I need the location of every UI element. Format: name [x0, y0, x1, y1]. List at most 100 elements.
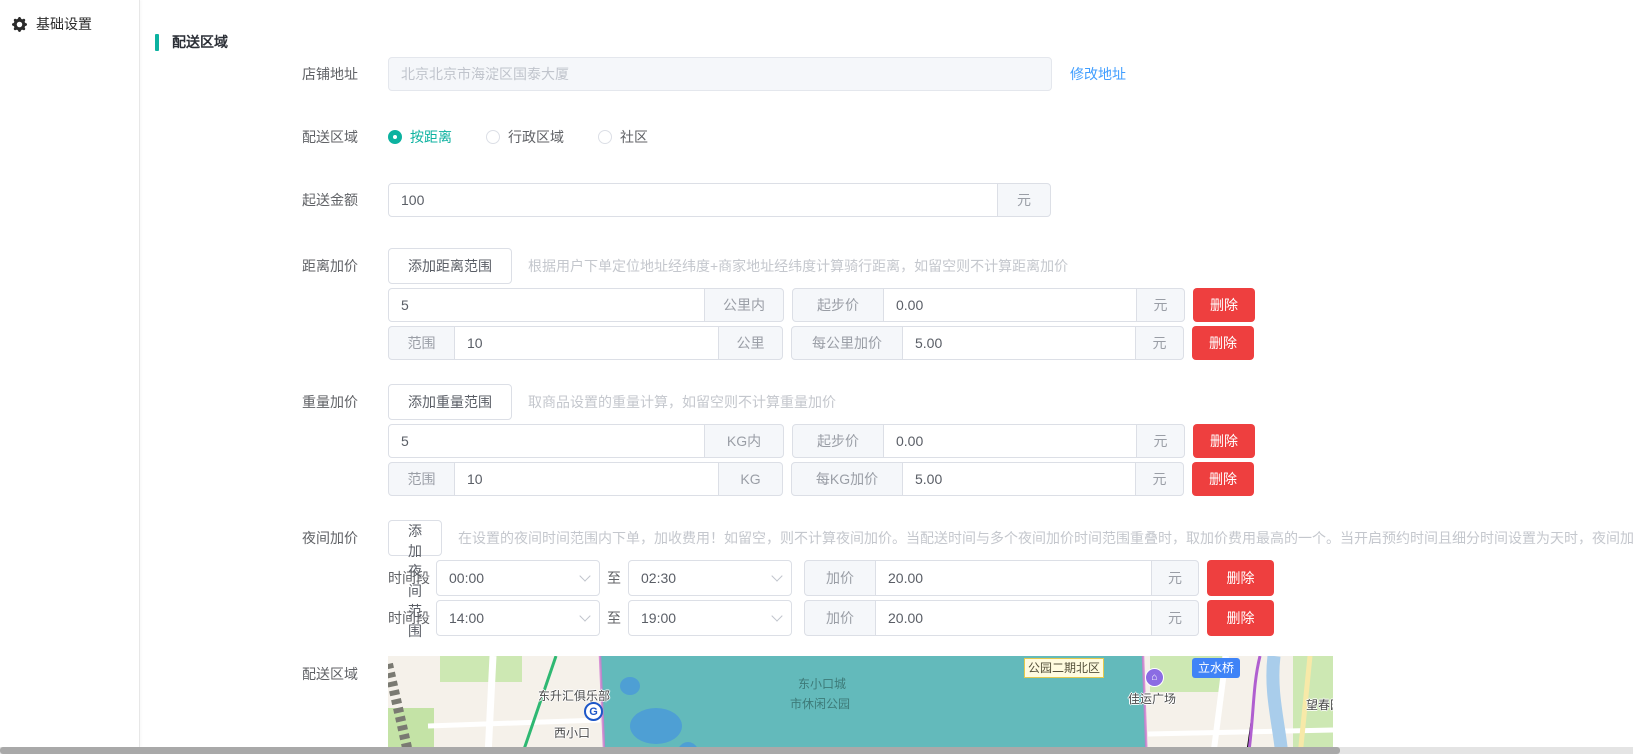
weight-row-2: 范围 KG 每KG加价 元 删除 — [140, 462, 1633, 496]
map-row: 配送区域 — [140, 656, 1633, 747]
distance-range-input[interactable] — [454, 326, 719, 360]
night2-price-input[interactable] — [875, 600, 1152, 636]
map-poi-park-north: 公园二期北区 — [1024, 658, 1104, 678]
min-amount-unit: 元 — [997, 183, 1051, 217]
night-markup-row: 夜间加价 添加夜间范围 在设置的夜间时间范围内下单，加收费用！如留空，则不计算夜… — [140, 520, 1633, 556]
store-address-input[interactable] — [388, 57, 1052, 91]
delete-weight-row2-button[interactable]: 删除 — [1192, 462, 1254, 496]
weight-markup-row: 重量加价 添加重量范围 取商品设置的重量计算，如留空则不计算重量加价 — [140, 384, 1633, 420]
min-amount-label: 起送金额 — [140, 190, 388, 210]
store-address-label: 店铺地址 — [140, 64, 388, 84]
sidebar-item-basic-settings[interactable]: 基础设置 — [0, 5, 139, 43]
weight-within-input[interactable] — [388, 424, 705, 458]
edit-address-link[interactable]: 修改地址 — [1070, 64, 1126, 84]
radio-by-distance[interactable]: 按距离 — [388, 127, 452, 147]
delete-distance-row1-button[interactable]: 删除 — [1193, 288, 1255, 322]
weight-range-input[interactable] — [454, 462, 719, 496]
delete-night-row1-button[interactable]: 删除 — [1207, 560, 1274, 596]
per-km-price-input[interactable] — [902, 326, 1136, 360]
weight-base-price-input[interactable] — [883, 424, 1137, 458]
map-poi-lishuiqiao: 立水桥 — [1192, 658, 1240, 678]
radio-dot-icon — [486, 130, 500, 144]
area-mode-row: 配送区域 按距离 行政区域 社区 — [140, 127, 1633, 147]
night-row-2: 时间段 14:00 至 19:00 加价 元 删除 — [140, 600, 1633, 636]
price-unit: 元 — [1136, 288, 1185, 322]
map-label: 配送区域 — [140, 664, 388, 684]
min-amount-row: 起送金额 元 — [140, 183, 1633, 217]
distance-base-price-input[interactable] — [883, 288, 1137, 322]
radio-community[interactable]: 社区 — [598, 127, 648, 147]
weight-within-unit: KG内 — [704, 424, 784, 458]
chevron-down-icon — [579, 570, 590, 581]
radio-dot-icon — [388, 130, 402, 144]
chevron-down-icon — [771, 610, 782, 621]
add-night-range-button[interactable]: 添加夜间范围 — [388, 520, 442, 556]
map-poi-wangchun: 望春园 — [1306, 696, 1333, 713]
section-header: 配送区域 — [155, 33, 1633, 51]
range-prefix: 范围 — [388, 326, 455, 360]
section-accent-bar — [155, 34, 159, 51]
to-word: 至 — [607, 608, 621, 628]
chevron-down-icon — [579, 610, 590, 621]
range-prefix: 范围 — [388, 462, 455, 496]
base-price-prefix: 起步价 — [792, 424, 884, 458]
distance-range-unit: 公里 — [718, 326, 783, 360]
price-unit: 元 — [1151, 600, 1199, 636]
weight-range-unit: KG — [718, 462, 783, 496]
app-window: 基础设置 配送区域 店铺地址 修改地址 配送区域 按距离 行政区域 — [0, 0, 1633, 747]
distance-within-input[interactable] — [388, 288, 705, 322]
store-address-row: 店铺地址 修改地址 — [140, 57, 1633, 91]
map-poi-park-line2: 市休闲公园 — [790, 695, 850, 712]
mall-icon: ⌂ — [1145, 668, 1164, 687]
weight-markup-label: 重量加价 — [140, 392, 388, 412]
subway-icon: G — [584, 702, 603, 721]
per-km-price-prefix: 每公里加价 — [791, 326, 903, 360]
night2-to-select[interactable]: 19:00 — [628, 600, 792, 636]
time-range-label: 时间段 — [388, 568, 430, 588]
night2-from-select[interactable]: 14:00 — [436, 600, 600, 636]
markup-prefix: 加价 — [804, 560, 876, 596]
delivery-area-map[interactable]: 东升汇俱乐部 G 西小口 东小口城 市休闲公园 公园二期北区 立水桥 ⌂ 佳运广… — [388, 656, 1333, 747]
distance-markup-label: 距离加价 — [140, 256, 388, 276]
distance-within-unit: 公里内 — [704, 288, 784, 322]
per-kg-price-input[interactable] — [902, 462, 1136, 496]
map-poi-club: 东升汇俱乐部 — [538, 687, 610, 704]
radio-admin-region[interactable]: 行政区域 — [486, 127, 564, 147]
radio-dot-icon — [598, 130, 612, 144]
night-row-1: 时间段 00:00 至 02:30 加价 元 删除 — [140, 560, 1633, 596]
map-poi-park-line1: 东小口城 — [798, 675, 846, 692]
per-kg-price-prefix: 每KG加价 — [791, 462, 903, 496]
map-poi-jiayun: 佳运广场 — [1128, 690, 1176, 707]
weight-row-1: KG内 起步价 元 删除 — [140, 424, 1633, 458]
delete-distance-row2-button[interactable]: 删除 — [1192, 326, 1254, 360]
night-markup-label: 夜间加价 — [140, 528, 388, 548]
distance-hint: 根据用户下单定位地址经纬度+商家地址经纬度计算骑行距离，如留空则不计算距离加价 — [528, 256, 1068, 276]
price-unit: 元 — [1135, 326, 1184, 360]
sidebar: 基础设置 — [0, 0, 140, 747]
chevron-down-icon — [771, 570, 782, 581]
sidebar-item-label: 基础设置 — [36, 14, 92, 34]
distance-markup-row: 距离加价 添加距离范围 根据用户下单定位地址经纬度+商家地址经纬度计算骑行距离，… — [140, 248, 1633, 284]
add-distance-range-button[interactable]: 添加距离范围 — [388, 248, 512, 284]
map-poi-xixiaokou: 西小口 — [554, 724, 590, 741]
horizontal-scrollbar[interactable] — [0, 747, 1633, 754]
main-content: 配送区域 店铺地址 修改地址 配送区域 按距离 行政区域 社区 — [140, 0, 1633, 747]
delete-weight-row1-button[interactable]: 删除 — [1193, 424, 1255, 458]
markup-prefix: 加价 — [804, 600, 876, 636]
scrollbar-thumb[interactable] — [0, 747, 1340, 754]
weight-hint: 取商品设置的重量计算，如留空则不计算重量加价 — [528, 392, 836, 412]
night1-to-select[interactable]: 02:30 — [628, 560, 792, 596]
night1-price-input[interactable] — [875, 560, 1152, 596]
distance-row-2: 范围 公里 每公里加价 元 删除 — [140, 326, 1633, 360]
distance-row-1: 公里内 起步价 元 删除 — [140, 288, 1633, 322]
area-mode-label: 配送区域 — [140, 127, 388, 147]
section-title: 配送区域 — [172, 32, 228, 52]
base-price-prefix: 起步价 — [792, 288, 884, 322]
delete-night-row2-button[interactable]: 删除 — [1207, 600, 1274, 636]
night1-from-select[interactable]: 00:00 — [436, 560, 600, 596]
price-unit: 元 — [1136, 424, 1185, 458]
add-weight-range-button[interactable]: 添加重量范围 — [388, 384, 512, 420]
min-amount-input[interactable] — [388, 183, 998, 217]
time-range-label: 时间段 — [388, 608, 430, 628]
night-hint: 在设置的夜间时间范围内下单，加收费用！如留空，则不计算夜间加价。当配送时间与多个… — [458, 528, 1633, 548]
